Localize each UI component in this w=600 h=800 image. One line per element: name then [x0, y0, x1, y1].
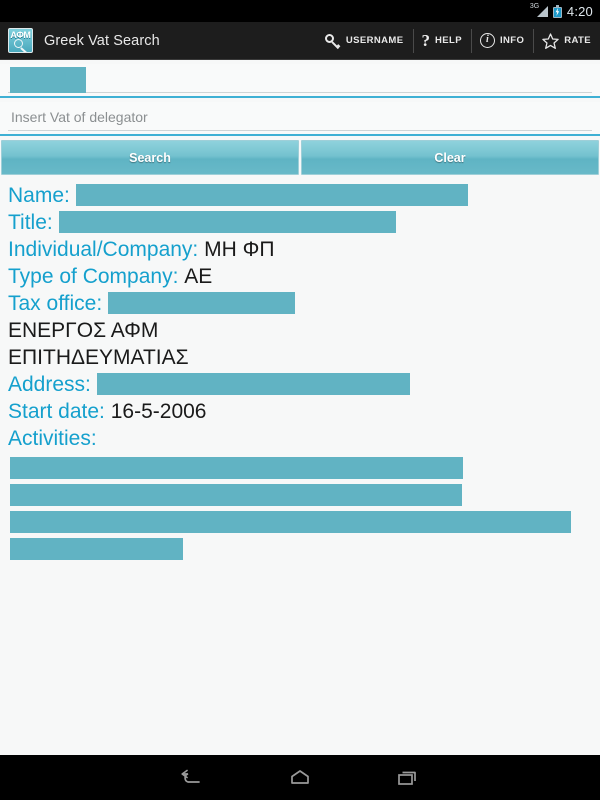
app-logo-icon[interactable]: ΑΦΜ	[8, 28, 33, 53]
result-value-start-date: 16-5-2006	[110, 400, 207, 423]
nav-recents-button[interactable]	[391, 763, 425, 793]
signal-bars-icon	[536, 6, 548, 17]
result-label-activities: Activities:	[8, 427, 97, 450]
nav-home-button[interactable]	[283, 763, 317, 793]
vat-input-underline	[8, 68, 592, 93]
home-icon	[291, 769, 309, 784]
clear-button[interactable]: Clear	[301, 140, 599, 175]
vat-input-field[interactable]	[0, 64, 600, 98]
signal-strength-icon: 3G	[530, 3, 548, 18]
search-button[interactable]: Search	[1, 140, 299, 175]
action-info-label: INFO	[499, 35, 525, 46]
activity-line-redaction	[10, 484, 462, 506]
key-icon	[324, 33, 341, 49]
clock-label: 4:20	[566, 3, 593, 19]
form-button-row: Search Clear	[0, 136, 600, 175]
result-row-address: Address:	[8, 371, 600, 398]
magnifier-handle-icon	[20, 47, 27, 52]
action-info-button[interactable]: i INFO	[470, 22, 533, 60]
action-username-button[interactable]: USERNAME	[316, 22, 413, 60]
status-bar: 3G 4:20	[0, 0, 600, 22]
result-value-individual-company: ΜΗ ΦΠ	[204, 238, 275, 261]
result-label-type-of-company: Type of Company:	[8, 265, 179, 288]
result-row-activities: Activities:	[8, 425, 600, 452]
result-row-type-of-company: Type of Company: ΑΕ	[8, 263, 600, 290]
activity-line-redaction	[10, 511, 571, 533]
result-row-title: Title:	[8, 209, 600, 236]
result-label-individual-company: Individual/Company:	[8, 238, 199, 261]
search-form: Insert Vat of delegator Search Clear	[0, 64, 600, 175]
action-username-label: USERNAME	[345, 35, 404, 46]
results-panel: Name: Title: Individual/Company: ΜΗ ΦΠ T…	[0, 175, 600, 560]
result-label-start-date: Start date:	[8, 400, 105, 423]
vat-value-redaction	[10, 67, 86, 93]
system-navigation-bar	[0, 755, 600, 800]
result-row-name: Name:	[8, 182, 600, 209]
action-rate-button[interactable]: RATE	[533, 22, 600, 60]
result-value-title-redaction	[58, 211, 396, 233]
back-icon	[181, 769, 200, 783]
activity-line-redaction	[10, 538, 183, 560]
delegator-input-field[interactable]: Insert Vat of delegator	[0, 102, 600, 136]
result-status-line-1: ΕΝΕΡΓΟΣ ΑΦΜ	[8, 319, 159, 342]
action-rate-label: RATE	[564, 35, 591, 46]
activity-line-redaction	[10, 457, 463, 479]
app-title: Greek Vat Search	[44, 32, 160, 49]
result-row-start-date: Start date: 16-5-2006	[8, 398, 600, 425]
app-screen: 3G 4:20 ΑΦΜ Greek Vat Search USERNAME ? …	[0, 0, 600, 800]
action-help-label: HELP	[435, 35, 462, 46]
nav-back-button[interactable]	[175, 763, 209, 793]
delegator-input-placeholder: Insert Vat of delegator	[11, 109, 148, 125]
result-status-line-2: ΕΠΙΤΗΔΕΥΜΑΤΙΑΣ	[8, 346, 189, 369]
activities-redaction-group	[8, 457, 600, 560]
action-help-button[interactable]: ? HELP	[412, 22, 471, 60]
result-value-name-redaction	[75, 184, 468, 206]
result-value-tax-office-redaction	[108, 292, 296, 314]
result-row-tax-office: Tax office:	[8, 290, 600, 317]
result-label-address: Address:	[8, 373, 91, 396]
action-bar: ΑΦΜ Greek Vat Search USERNAME ? HELP i I…	[0, 22, 600, 60]
result-label-name: Name:	[8, 184, 70, 207]
result-row-individual-company: Individual/Company: ΜΗ ΦΠ	[8, 236, 600, 263]
info-circle-icon: i	[479, 33, 495, 48]
result-value-address-redaction	[96, 373, 410, 395]
result-label-tax-office: Tax office:	[8, 292, 103, 315]
recents-icon	[398, 771, 416, 785]
battery-charging-icon	[552, 4, 562, 18]
question-mark-icon: ?	[421, 30, 431, 50]
result-label-title: Title:	[8, 211, 53, 234]
result-value-type-of-company: ΑΕ	[184, 265, 213, 288]
star-icon	[542, 32, 559, 49]
